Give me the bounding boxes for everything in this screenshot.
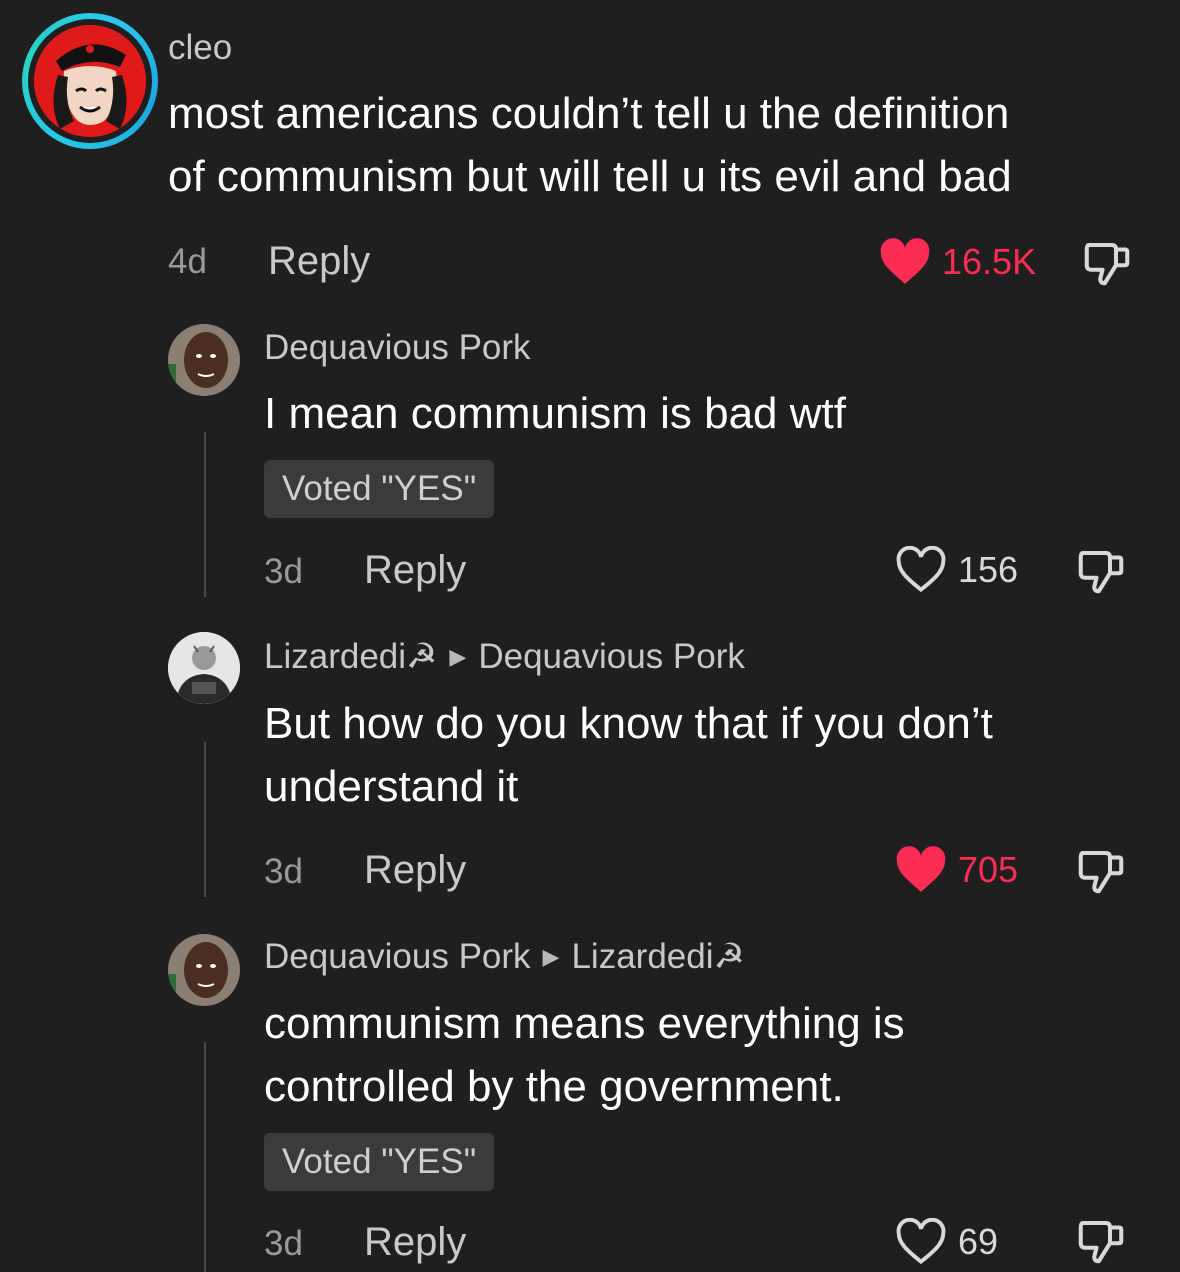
dislike-button[interactable] (1074, 1214, 1128, 1272)
like-count: 69 (958, 1221, 999, 1262)
thumbs-down-icon (1078, 850, 1124, 894)
thumbs-down-icon (1078, 550, 1124, 594)
heart-icon (896, 546, 946, 593)
avatar-image (34, 25, 146, 137)
comment-text-line: controlled by the government. (264, 1062, 844, 1111)
avatar-image (168, 324, 240, 396)
comment-username: Dequavious Pork ▶ Lizardedi☭ (264, 937, 745, 977)
avatar[interactable] (22, 13, 158, 149)
comment-username[interactable]: cleo (168, 28, 232, 68)
avatar[interactable] (168, 934, 240, 1006)
vote-badge: Voted "YES" (264, 460, 495, 518)
like-count: 16.5K (942, 241, 1037, 282)
thumbs-down-icon (1078, 1220, 1124, 1264)
thread-line (204, 432, 206, 597)
triangle-right-icon: ▶ (449, 644, 467, 669)
reply-button[interactable]: Reply (364, 548, 466, 593)
dislike-button[interactable] (1080, 236, 1134, 295)
comment-timestamp: 3d (264, 1224, 303, 1263)
triangle-right-icon: ▶ (542, 944, 560, 969)
comment-text-line: I mean communism is bad wtf (264, 389, 846, 438)
avatar-image (168, 632, 240, 704)
heart-icon (896, 1218, 946, 1265)
vote-badge: Voted "YES" (264, 1133, 495, 1191)
like-button[interactable]: 156 (894, 546, 1018, 594)
heart-icon (880, 238, 930, 284)
username-replied-to[interactable]: Dequavious Pork (478, 637, 745, 676)
comment-text-line: But how do you know that if you don’t (264, 699, 993, 748)
like-count: 156 (958, 549, 1019, 590)
username-author[interactable]: Dequavious Pork (264, 937, 531, 976)
reply-button[interactable]: Reply (364, 1220, 466, 1265)
dislike-button[interactable] (1074, 844, 1128, 903)
avatar-image (168, 934, 240, 1006)
reply-button[interactable]: Reply (268, 239, 370, 284)
comment-text-line: of communism but will tell u its evil an… (168, 152, 1012, 201)
like-button[interactable]: 16.5K (878, 238, 1036, 286)
comment-timestamp: 3d (264, 852, 303, 891)
like-button[interactable]: 69 (894, 1218, 998, 1266)
comment-timestamp: 4d (168, 242, 207, 281)
heart-icon (896, 846, 946, 892)
comment-text-line: most americans couldn’t tell u the defin… (168, 89, 1010, 138)
thread-line (204, 1042, 206, 1272)
username-replied-to[interactable]: Lizardedi☭ (571, 937, 744, 976)
username-author[interactable]: Lizardedi☭ (264, 637, 437, 676)
comment-username: Lizardedi☭ ▶ Dequavious Pork (264, 637, 745, 677)
like-count: 705 (958, 849, 1019, 890)
avatar[interactable] (168, 632, 240, 704)
reply-button[interactable]: Reply (364, 848, 466, 893)
thumbs-down-icon (1084, 242, 1130, 286)
comment-text-line: understand it (264, 762, 519, 811)
comment-timestamp: 3d (264, 552, 303, 591)
comment-text-line: communism means everything is (264, 999, 905, 1048)
like-button[interactable]: 705 (894, 846, 1018, 894)
comment-username[interactable]: Dequavious Pork (264, 328, 531, 368)
avatar[interactable] (168, 324, 240, 396)
dislike-button[interactable] (1074, 544, 1128, 603)
thread-line (204, 742, 206, 897)
